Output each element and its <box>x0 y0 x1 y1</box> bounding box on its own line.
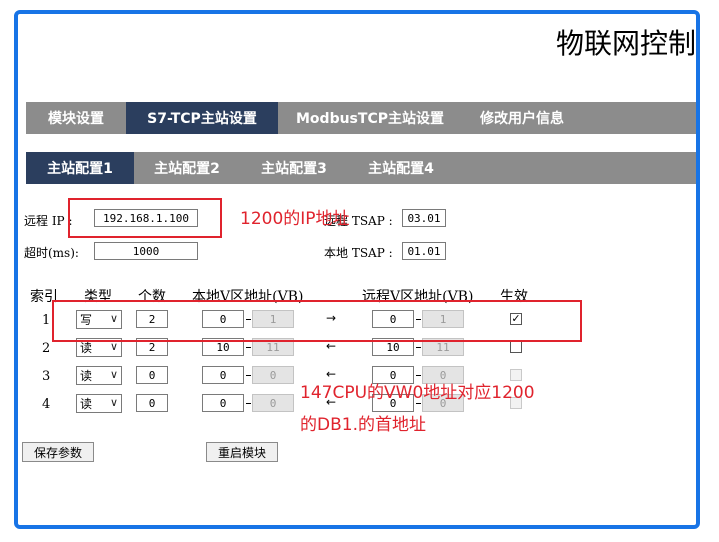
row-3-index: 3 <box>42 369 51 384</box>
chevron-down-icon: ∨ <box>109 396 118 409</box>
row-4-type-select[interactable]: 读 ∨ <box>76 394 122 413</box>
row-4-local-start-input[interactable]: 0 <box>202 394 244 412</box>
chevron-down-icon: ∨ <box>109 368 118 381</box>
row-3-local-end: 0 <box>252 366 294 384</box>
range-dash <box>246 347 251 348</box>
remote-tsap-input[interactable]: 03.01 <box>402 209 446 227</box>
restart-module-button[interactable]: 重启模块 <box>206 442 278 462</box>
tab-master-config-3[interactable]: 主站配置3 <box>240 152 348 184</box>
row-1-highlight-box <box>52 300 582 342</box>
row-2-index: 2 <box>42 341 51 356</box>
row-3-local-start-input[interactable]: 0 <box>202 366 244 384</box>
tab-master-config-4[interactable]: 主站配置4 <box>348 152 454 184</box>
app-frame: 物联网控制 模块设置 S7-TCP主站设置 ModbusTCP主站设置 修改用户… <box>14 10 700 529</box>
timeout-label: 超时(ms): <box>24 246 79 260</box>
local-tsap-input[interactable]: 01.01 <box>402 242 446 260</box>
row-3-count-input[interactable]: 0 <box>136 366 168 384</box>
range-dash <box>416 347 421 348</box>
row-4-count-input[interactable]: 0 <box>136 394 168 412</box>
tab-master-config-1[interactable]: 主站配置1 <box>26 152 134 184</box>
ip-annotation: 1200的IP地址 <box>240 209 350 229</box>
row-3-type-select[interactable]: 读 ∨ <box>76 366 122 385</box>
ip-highlight-box <box>68 198 222 238</box>
range-dash <box>416 375 421 376</box>
mapping-annotation-line-1: 147CPU的VW0地址对应1200 <box>300 383 535 403</box>
tab-user-info[interactable]: 修改用户信息 <box>462 102 582 134</box>
range-dash <box>246 375 251 376</box>
remote-ip-label: 远程 IP : <box>24 214 73 228</box>
row-4-type-value: 读 <box>80 397 93 411</box>
row-4-index: 4 <box>42 397 51 412</box>
range-dash <box>416 403 421 404</box>
row-3-type-value: 读 <box>80 369 93 383</box>
tab-s7-tcp-master[interactable]: S7-TCP主站设置 <box>126 102 278 134</box>
row-1-index: 1 <box>42 313 51 328</box>
main-nav: 模块设置 S7-TCP主站设置 ModbusTCP主站设置 修改用户信息 <box>26 102 696 134</box>
range-dash <box>246 403 251 404</box>
local-tsap-label: 本地 TSAP : <box>324 246 393 260</box>
timeout-input[interactable]: 1000 <box>94 242 198 260</box>
tab-modbus-tcp-master[interactable]: ModbusTCP主站设置 <box>278 102 462 134</box>
tab-module-settings[interactable]: 模块设置 <box>26 102 126 134</box>
sub-nav: 主站配置1 主站配置2 主站配置3 主站配置4 <box>26 152 696 184</box>
save-params-button[interactable]: 保存参数 <box>22 442 94 462</box>
page-title: 物联网控制 <box>555 27 696 60</box>
row-2-enable-checkbox[interactable] <box>510 341 522 353</box>
row-4-local-end: 0 <box>252 394 294 412</box>
mapping-annotation-line-2: 的DB1.的首地址 <box>300 415 426 435</box>
tab-master-config-2[interactable]: 主站配置2 <box>134 152 240 184</box>
